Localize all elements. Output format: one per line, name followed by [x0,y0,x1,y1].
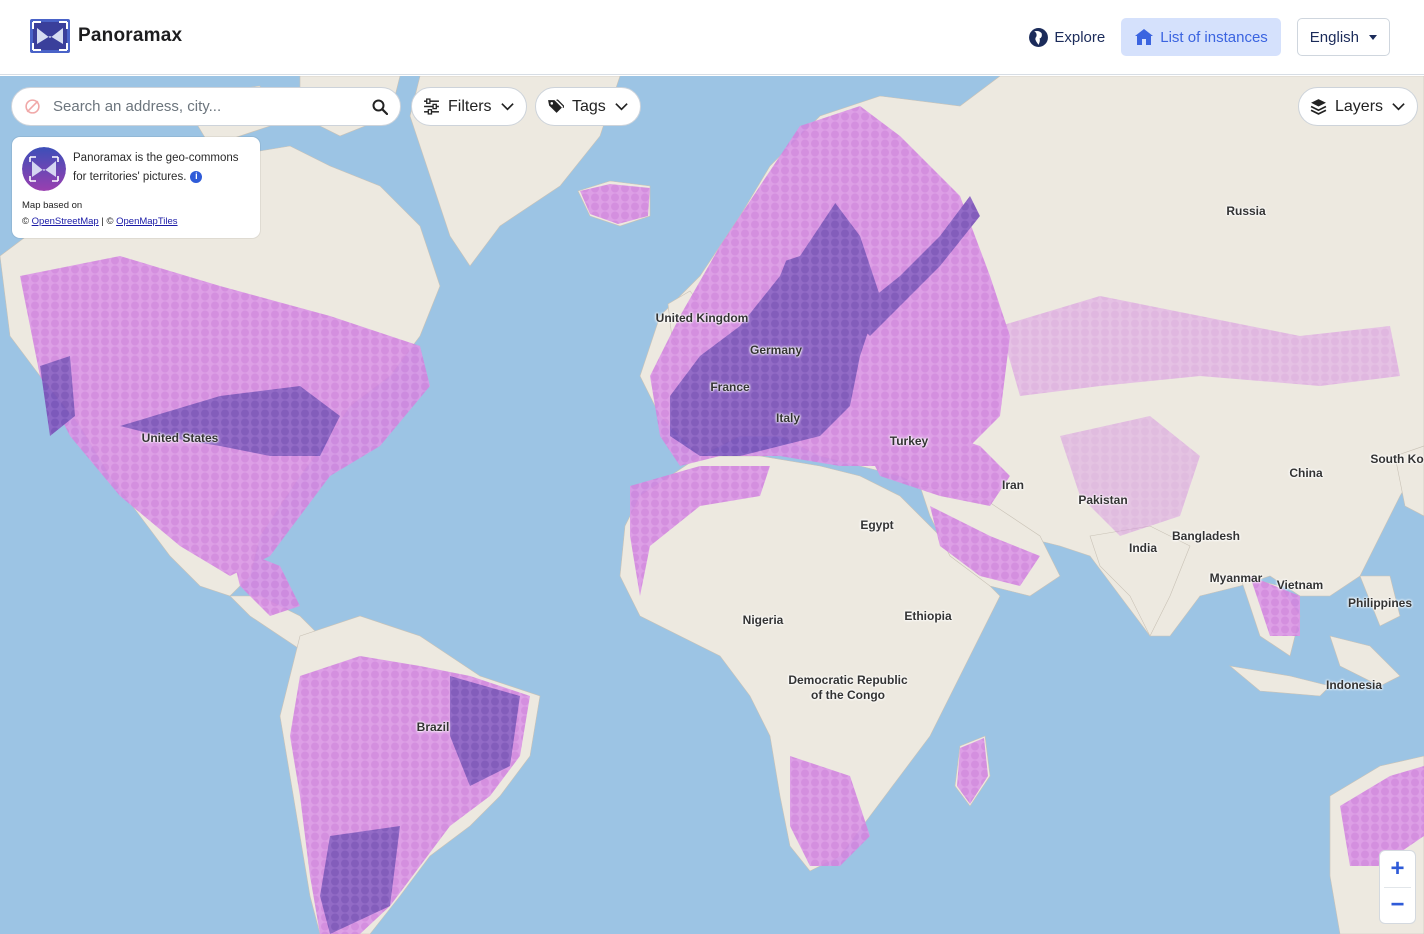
label-china: China [1289,466,1323,480]
map-viewer[interactable]: Russia United Kingdom Germany France Ita… [0,76,1424,934]
tagline: Panoramax is the geo-commons for territo… [73,149,239,191]
label-south-ko: South Ko [1370,452,1424,466]
layers-button[interactable]: Layers [1298,87,1419,126]
layers-label: Layers [1335,97,1384,115]
search-icon[interactable] [372,99,388,115]
map-based-on: Map based on [22,200,83,211]
label-italy: Italy [775,411,801,425]
copyright-symbol: © [106,216,114,227]
panoramax-avatar-icon [22,147,66,191]
zoom-in-button[interactable]: + [1380,851,1415,887]
chevron-down-icon [1392,103,1405,111]
label-ethiopia: Ethiopia [904,609,952,623]
label-united-kingdom: United Kingdom [655,311,749,325]
attribution-separator: | [101,216,104,227]
sliders-icon [424,98,439,115]
address-search-bar [11,87,401,126]
label-myanmar: Myanmar [1209,571,1263,585]
globe-icon [1029,27,1049,47]
tagline-line1: Panoramax is the geo-commons [73,152,239,164]
home-icon [1135,29,1154,45]
label-united-states: United States [141,431,219,445]
language-label: English [1309,28,1359,46]
language-dropdown[interactable]: English [1296,18,1390,56]
label-germany: Germany [749,343,803,357]
layers-icon [1310,99,1327,115]
label-egypt: Egypt [860,518,894,532]
main-nav: Explore List of instances English [1028,18,1390,56]
label-philippines: Philippines [1347,596,1413,610]
list-of-instances-button[interactable]: List of instances [1121,18,1281,56]
label-india: India [1128,541,1158,555]
tags-icon [548,99,564,113]
label-russia: Russia [1226,204,1266,218]
tags-label: Tags [572,97,606,115]
app-name: Panoramax [78,25,183,46]
chevron-down-icon [615,103,628,111]
about-panel: Panoramax is the geo-commons for territo… [12,137,260,238]
label-france: France [710,380,750,394]
chevron-down-icon [500,103,514,111]
zoom-out-button[interactable]: − [1380,888,1415,924]
label-bangladesh: Bangladesh [1171,529,1241,543]
explore-label: Explore [1054,28,1106,46]
tagline-line2: for territories' pictures. [73,171,187,183]
label-pakistan: Pakistan [1078,493,1128,507]
label-drc-line1: Democratic Republic [788,673,908,687]
zoom-control: + − [1379,850,1416,924]
copyright-symbol: © [22,216,29,227]
label-iran: Iran [1001,478,1025,492]
label-brazil: Brazil [416,720,450,734]
label-turkey: Turkey [889,434,929,448]
panoramax-logo-icon [30,19,70,53]
caret-down-icon [1369,34,1377,40]
top-navbar: Panoramax Explore List of instances Engl… [0,0,1424,75]
tags-button[interactable]: Tags [535,87,641,126]
explore-link[interactable]: Explore [1028,18,1105,56]
label-vietnam: Vietnam [1276,578,1324,592]
filters-button[interactable]: Filters [411,87,527,126]
search-input[interactable] [53,98,372,115]
info-icon[interactable]: i [190,170,203,183]
list-of-instances-label: List of instances [1160,28,1268,46]
filters-label: Filters [448,97,492,115]
label-drc-line2: of the Congo [811,688,885,702]
label-indonesia: Indonesia [1325,678,1383,692]
openmaptiles-link[interactable]: OpenMapTiles [116,216,177,227]
no-location-icon [25,99,40,114]
brand[interactable]: Panoramax [29,18,182,54]
openstreetmap-link[interactable]: OpenStreetMap [32,216,99,227]
label-nigeria: Nigeria [742,613,784,627]
map-attribution: Map based on © OpenStreetMap | © OpenMap… [22,198,250,230]
